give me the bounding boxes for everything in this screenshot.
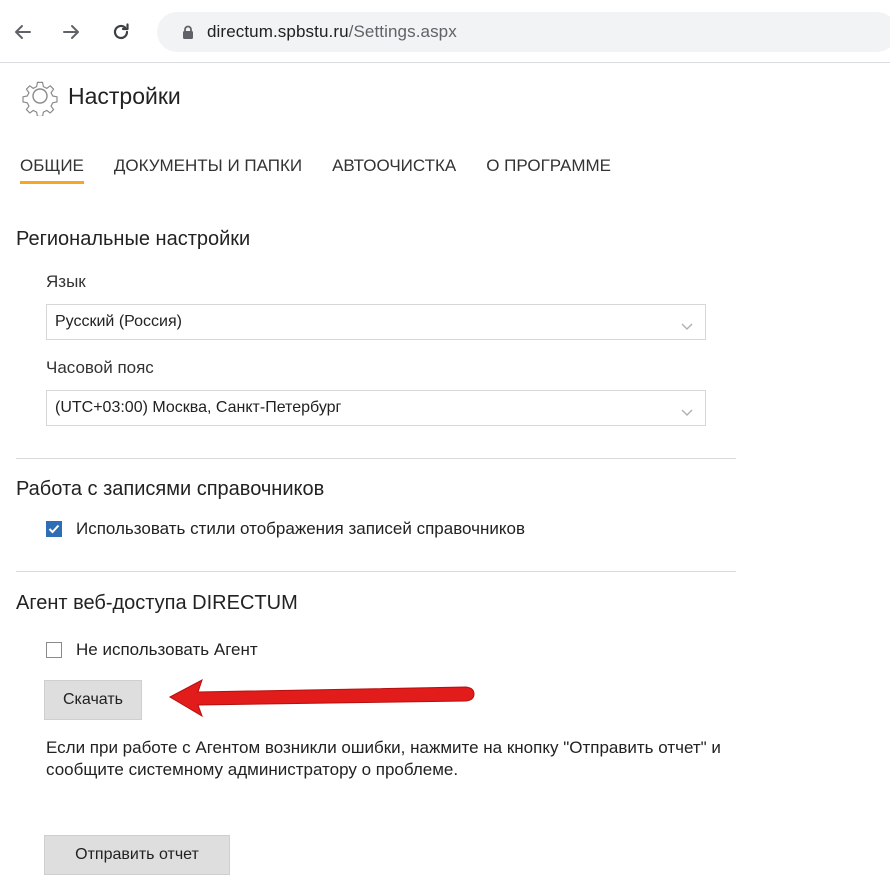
section-divider: [16, 458, 736, 459]
lock-icon[interactable]: [182, 25, 194, 45]
timezone-select-value: (UTC+03:00) Москва, Санкт-Петербург: [55, 399, 342, 416]
url-host: directum.spbstu.ru: [207, 22, 349, 41]
arrow-left-icon[interactable]: [12, 21, 34, 43]
address-bar[interactable]: directum.spbstu.ru/Settings.aspx: [157, 12, 890, 52]
page-header: Настройки: [20, 76, 181, 117]
agent-section-title: Агент веб-доступа DIRECTUM: [16, 592, 298, 614]
no-agent-label: Не использовать Агент: [76, 640, 258, 659]
use-styles-label: Использовать стили отображения записей с…: [76, 519, 525, 538]
gear-icon: [20, 76, 60, 117]
settings-tabs: ОБЩИЕ ДОКУМЕНТЫ И ПАПКИ АВТООЧИСТКА О ПР…: [20, 150, 641, 184]
tab-autocleanup[interactable]: АВТООЧИСТКА: [332, 150, 456, 184]
language-select[interactable]: Русский (Россия): [46, 304, 706, 340]
url-path: /Settings.aspx: [348, 22, 457, 41]
tab-general[interactable]: ОБЩИЕ: [20, 150, 84, 184]
language-label: Язык: [46, 272, 86, 291]
page-title: Настройки: [68, 82, 181, 109]
regional-settings-title: Региональные настройки: [16, 228, 251, 250]
no-agent-checkbox-row: Не использовать Агент: [46, 640, 258, 660]
download-button[interactable]: Скачать: [44, 680, 142, 720]
timezone-select[interactable]: (UTC+03:00) Москва, Санкт-Петербург: [46, 390, 706, 426]
checkmark-icon: [48, 524, 60, 534]
chevron-down-icon: [681, 404, 693, 422]
language-select-value: Русский (Россия): [55, 313, 182, 330]
use-styles-checkbox[interactable]: [46, 521, 62, 537]
url-text: directum.spbstu.ru/Settings.aspx: [207, 22, 457, 42]
reload-icon[interactable]: [110, 21, 132, 43]
no-agent-checkbox[interactable]: [46, 642, 62, 658]
send-report-button[interactable]: Отправить отчет: [44, 835, 230, 875]
browser-toolbar: directum.spbstu.ru/Settings.aspx: [0, 0, 890, 63]
section-divider: [16, 571, 736, 572]
timezone-label: Часовой пояс: [46, 358, 154, 377]
chevron-down-icon: [681, 318, 693, 336]
directories-section-title: Работа с записями справочников: [16, 478, 325, 500]
use-styles-checkbox-row: Использовать стили отображения записей с…: [46, 519, 525, 539]
arrow-right-icon[interactable]: [60, 21, 82, 43]
annotation-arrow-icon: [168, 678, 475, 718]
tab-about[interactable]: О ПРОГРАММЕ: [486, 150, 611, 184]
tab-documents-and-folders[interactable]: ДОКУМЕНТЫ И ПАПКИ: [114, 150, 302, 184]
agent-help-text: Если при работе с Агентом возникли ошибк…: [46, 738, 721, 779]
